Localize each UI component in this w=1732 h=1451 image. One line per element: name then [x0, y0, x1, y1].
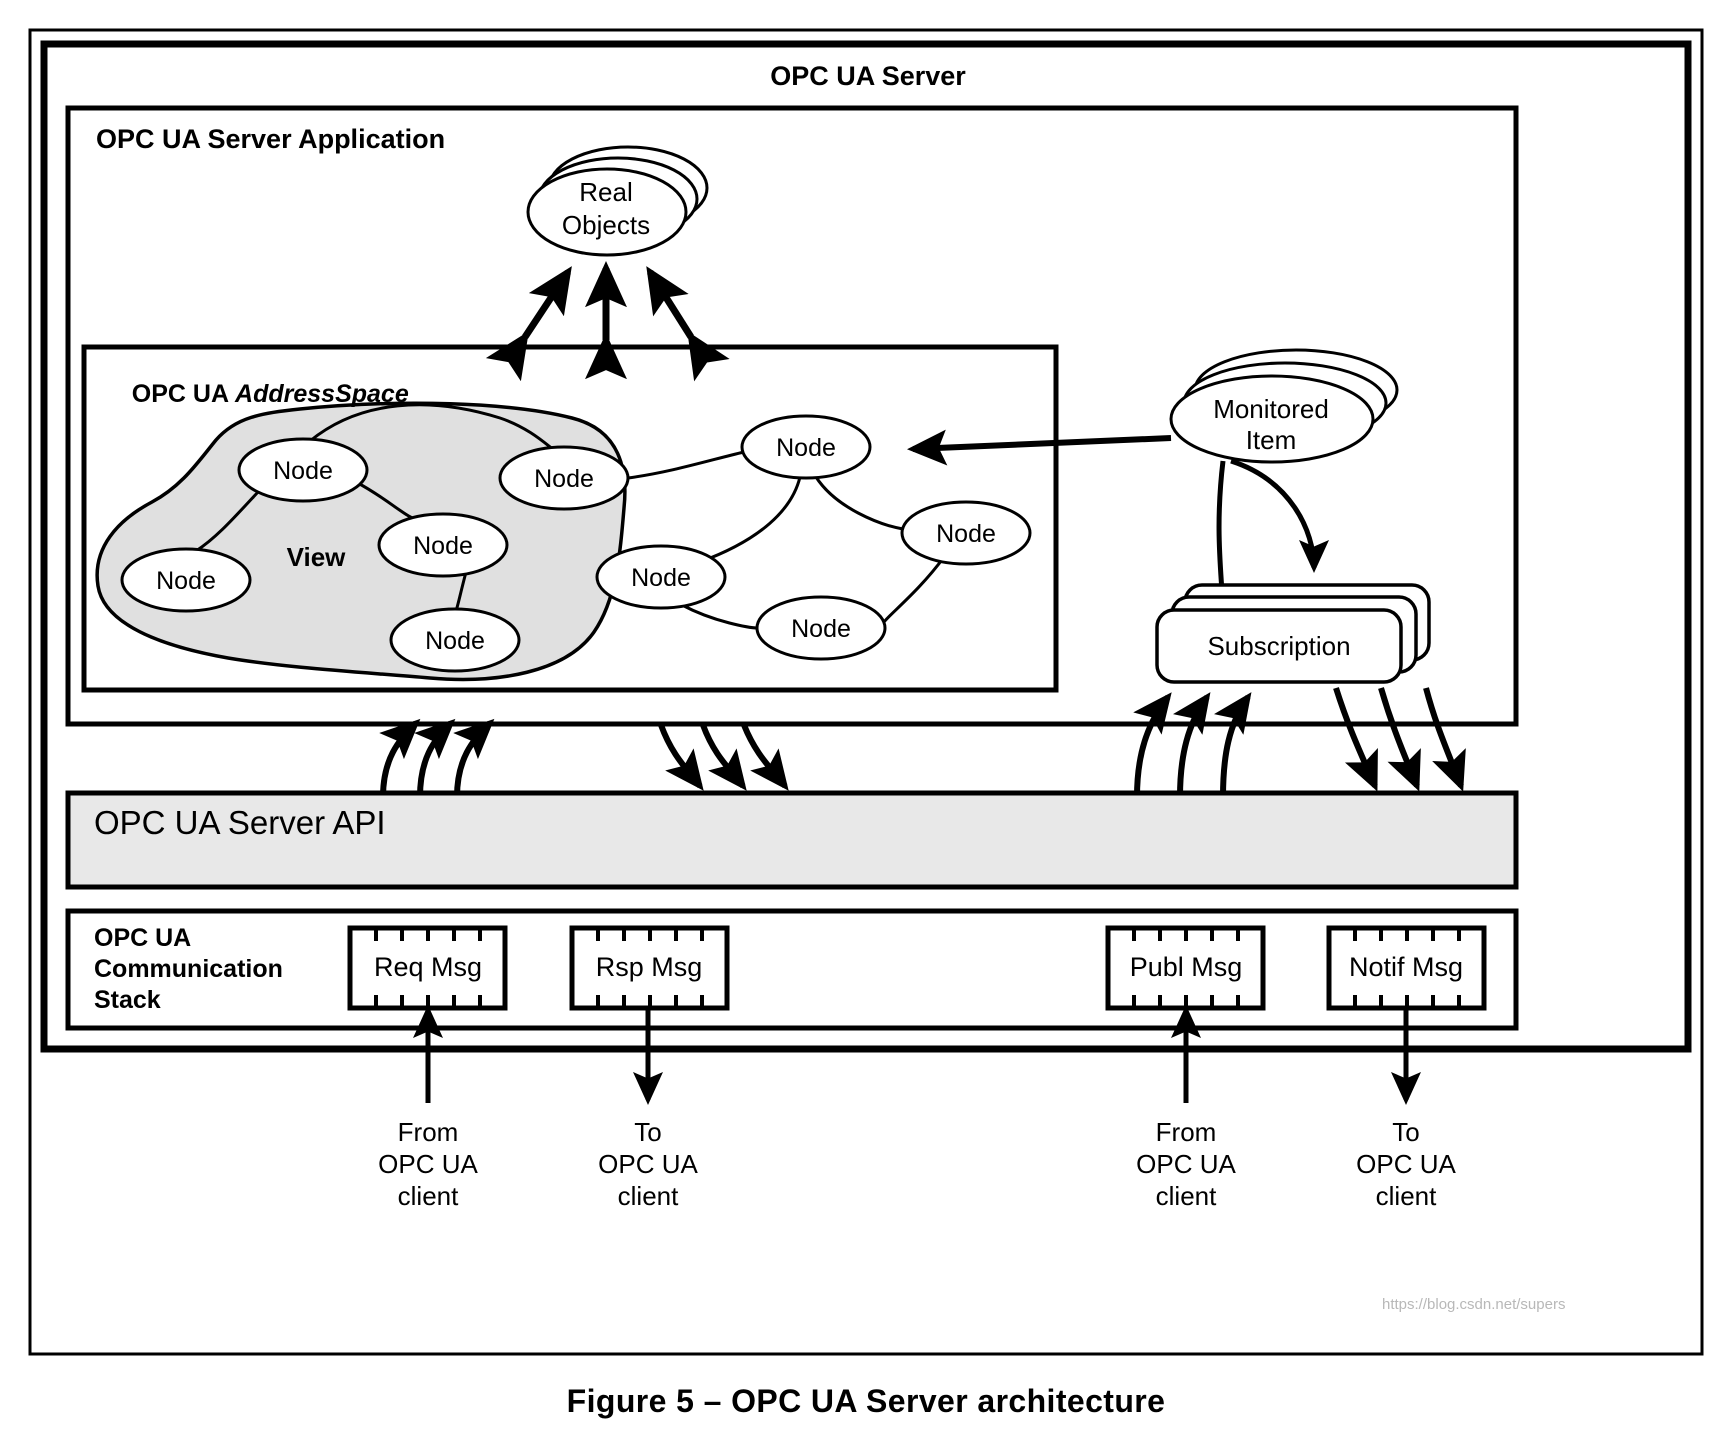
monitored-item-label-line2: Item — [1245, 425, 1297, 455]
message-label-publ: Publ Msg — [1129, 952, 1243, 982]
node-label: Node — [791, 615, 851, 643]
address-space-title-italic: AddressSpace — [235, 379, 409, 408]
api-up-arrows-left — [379, 718, 495, 798]
address-space-title: OPC UA AddressSpace — [114, 362, 409, 426]
message-label-rsp: Rsp Msg — [595, 952, 703, 982]
server-api-title: OPC UA Server API — [94, 804, 386, 841]
real-objects-label-line2: Objects — [561, 210, 651, 240]
client-label-from-req-line3: client — [397, 1181, 459, 1211]
node-label: Node — [631, 564, 691, 592]
node-label: Node — [936, 520, 996, 548]
address-space-title-bold: OPC UA — [131, 379, 236, 408]
node-label: Node — [156, 567, 216, 595]
client-label-from-req-line1: From — [397, 1117, 459, 1147]
real-objects-label-line1: Real — [579, 177, 633, 207]
diagram-canvas — [28, 28, 1704, 1356]
communication-stack-title-line3: Stack — [94, 986, 161, 1014]
client-label-from-req-line2: OPC UA — [378, 1149, 478, 1179]
page-title: OPC UA Server — [770, 61, 966, 91]
monitored-item-to-node-arrow — [907, 429, 1172, 466]
figure-caption: Figure 5 – OPC UA Server architecture — [566, 1383, 1166, 1419]
node-label: Node — [413, 532, 473, 560]
message-label-notif: Notif Msg — [1348, 952, 1464, 982]
subscription-label: Subscription — [1207, 631, 1351, 661]
communication-stack-box — [65, 908, 1519, 1031]
node-label: Node — [776, 434, 836, 462]
client-label-to-rsp-line1: To — [634, 1117, 662, 1147]
server-application-title: OPC UA Server Application — [96, 124, 446, 154]
client-label-to-notif-line2: OPC UA — [1356, 1149, 1456, 1179]
node-label: Node — [534, 465, 594, 493]
client-label-to-rsp-line3: client — [617, 1181, 679, 1211]
figure-root: OPC UA Server OPC UA Server Application … — [0, 0, 1732, 1451]
real-objects-arrows — [485, 260, 730, 382]
message-label-req: Req Msg — [373, 952, 483, 982]
view-label: View — [286, 542, 346, 572]
node-label: Node — [273, 457, 333, 485]
node-label: Node — [425, 627, 485, 655]
client-label-to-notif-line3: client — [1375, 1181, 1437, 1211]
communication-stack-title-line1: OPC UA — [94, 924, 192, 952]
monitored-item-to-subscription-arrow — [1216, 458, 1329, 593]
api-up-arrows-right — [1133, 692, 1252, 798]
client-label-from-publ-line1: From — [1155, 1117, 1217, 1147]
watermark: https://blog.csdn.net/supers — [1382, 1296, 1566, 1313]
communication-stack-title-line2: Communication — [94, 955, 283, 983]
client-label-from-publ-line2: OPC UA — [1136, 1149, 1236, 1179]
client-label-to-rsp-line2: OPC UA — [598, 1149, 698, 1179]
client-label-to-notif-line1: To — [1392, 1117, 1420, 1147]
api-down-arrows-middle — [658, 723, 789, 791]
api-down-arrows-right — [1333, 687, 1466, 792]
client-label-from-publ-line3: client — [1155, 1181, 1217, 1211]
monitored-item-label-line1: Monitored — [1213, 394, 1329, 424]
